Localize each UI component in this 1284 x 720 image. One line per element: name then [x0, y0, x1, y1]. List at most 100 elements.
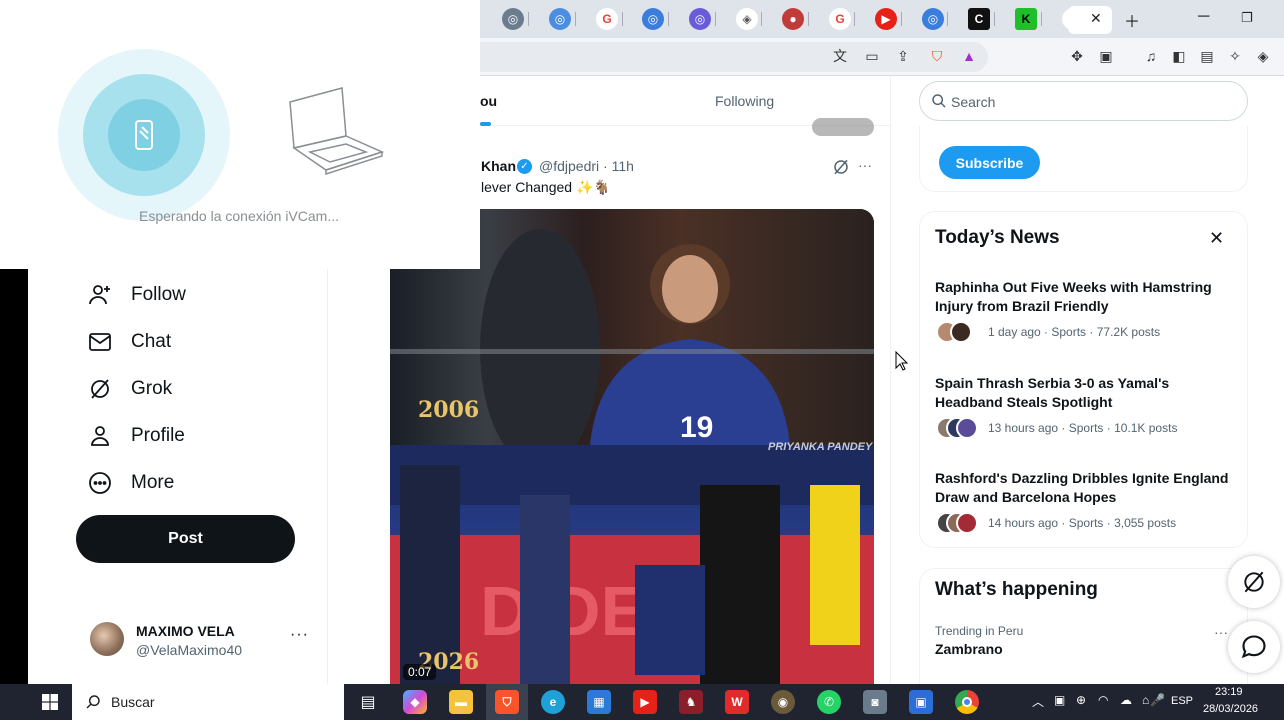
avatar [950, 321, 972, 343]
tab-favicon-icon[interactable]: ◎ [922, 8, 944, 30]
tab-search-icon[interactable]: ▣ [1096, 46, 1116, 66]
profile-icon [91, 426, 109, 446]
tray-app-icon[interactable]: ⊕ [1076, 693, 1086, 707]
file-explorer-icon[interactable]: ▬ [449, 690, 473, 714]
news-item-headline[interactable]: Rashford's Dazzling Dribbles Ignite Engl… [935, 469, 1235, 507]
app-icon[interactable]: ♞ [679, 690, 703, 714]
tweet-video[interactable]: 19 DIDE 2006 2026 PRIYANKA PANDEY 0:07 [390, 209, 874, 684]
tab-favicon-icon[interactable]: ◎ [502, 8, 524, 30]
whatsapp-icon[interactable]: ✆ [817, 690, 841, 714]
laptop-icon [289, 87, 385, 176]
account-switcher[interactable]: MAXIMO VELA @VelaMaximo40 ··· [90, 620, 320, 662]
chat-bubble-icon [1241, 635, 1266, 659]
new-tab-icon[interactable]: ＋ [1124, 8, 1140, 32]
wifi-icon[interactable]: ◠ [1098, 693, 1108, 707]
user-handle: @VelaMaximo40 [136, 642, 243, 658]
brave-rewards-icon[interactable]: ▲ [959, 46, 979, 66]
onedrive-icon[interactable]: ☁ [1120, 693, 1132, 707]
ivcam-status-text: Esperando la conexión iVCam... [139, 208, 339, 224]
tab-divider [668, 12, 669, 26]
trend-context: Trending in Peru [935, 624, 1024, 638]
tray-chevron-icon[interactable]: ︿ [1032, 693, 1044, 710]
tab-following[interactable]: Following [715, 93, 774, 109]
trend-more-icon[interactable]: ··· [1214, 624, 1228, 640]
trend-name[interactable]: Zambrano [935, 641, 1003, 657]
media-icon[interactable]: ♫ [1141, 46, 1161, 66]
user-name: MAXIMO VELA [136, 623, 235, 639]
tab-google-icon[interactable]: G [829, 8, 851, 30]
ivcam-pulse-ring [108, 99, 180, 171]
search-icon [932, 94, 946, 108]
wps-icon[interactable]: W [725, 690, 749, 714]
active-tab[interactable]: ✕ [1068, 6, 1112, 34]
tray-app-icon[interactable]: ▣ [1054, 693, 1065, 707]
post-button[interactable]: Post [76, 515, 295, 563]
camera-icon[interactable]: ◙ [863, 690, 887, 714]
share-icon[interactable]: ⇪ [893, 46, 913, 66]
restore-icon[interactable]: ❐ [1241, 10, 1253, 26]
edge-icon[interactable]: e [541, 690, 565, 714]
tab-shield-icon[interactable]: ◈ [736, 8, 758, 30]
tab-google-icon[interactable]: G [596, 8, 618, 30]
tab-favicon-icon[interactable]: ◎ [642, 8, 664, 30]
clock-date[interactable]: 28/03/2026 [1203, 703, 1258, 715]
avatar [956, 417, 978, 439]
app-icon[interactable]: ◉ [771, 690, 795, 714]
minimize-icon[interactable]: ─ [1198, 8, 1209, 26]
youtube-icon[interactable]: ▶ [633, 690, 657, 714]
video-timestamp: 0:07 [403, 664, 437, 680]
tab-favicon-icon[interactable]: C [968, 8, 990, 30]
tab-close-icon[interactable]: ✕ [1090, 10, 1102, 27]
copilot-icon[interactable]: ◆ [403, 690, 427, 714]
sidebar-item-chat[interactable]: Chat [88, 326, 171, 358]
tab-divider [947, 12, 948, 26]
brave-icon[interactable]: ⛉ [495, 690, 519, 714]
grok-icon [1244, 571, 1264, 593]
keyboard-language[interactable]: ESP [1171, 695, 1193, 707]
tab-for-you[interactable]: ou [480, 93, 497, 109]
store-icon[interactable]: ▦ [587, 690, 611, 714]
extensions-icon[interactable]: ✥ [1067, 46, 1087, 66]
tweet-more-icon[interactable]: ··· [858, 157, 872, 173]
account-more-icon[interactable]: ··· [290, 626, 309, 644]
subscribe-button[interactable]: Subscribe [939, 146, 1040, 179]
tab-favicon-icon[interactable]: K [1015, 8, 1037, 30]
tab-divider [528, 12, 529, 26]
chrome-icon[interactable] [955, 690, 979, 714]
tweet-author-handle[interactable]: @fdjpedri · 11h [539, 158, 634, 174]
news-item-meta: 13 hours ago · Sports · 10.1K posts [988, 421, 1178, 435]
messages-float-button[interactable] [1228, 621, 1280, 673]
tab-favicon-icon[interactable]: ● [782, 8, 804, 30]
tab-favicon-icon[interactable]: ◎ [549, 8, 571, 30]
translate-icon[interactable]: 文 [830, 46, 850, 66]
tab-youtube-icon[interactable]: ▶ [875, 8, 897, 30]
close-icon[interactable]: ✕ [1209, 228, 1224, 249]
news-item-headline[interactable]: Spain Thrash Serbia 3-0 as Yamal's Headb… [935, 374, 1235, 412]
clock-time[interactable]: 23:19 [1215, 686, 1243, 698]
wallet-icon[interactable]: ▤ [1197, 46, 1217, 66]
task-view-icon[interactable]: ▤ [356, 690, 380, 714]
news-item-headline[interactable]: Raphinha Out Five Weeks with Hamstring I… [935, 278, 1235, 316]
network-icon[interactable]: ⌂ [1142, 693, 1149, 707]
tab-divider [994, 12, 995, 26]
app-icon[interactable]: ▣ [909, 690, 933, 714]
microphone-icon[interactable]: 🎤 [1150, 693, 1165, 707]
taskbar-search-placeholder: Buscar [111, 694, 155, 710]
tab-favicon-icon[interactable]: ◎ [689, 8, 711, 30]
leo-icon[interactable]: ✧ [1225, 46, 1245, 66]
sidebar-item-more[interactable]: More [88, 467, 174, 499]
grok-float-button[interactable] [1228, 556, 1280, 608]
sidebar-item-follow[interactable]: Follow [88, 279, 186, 311]
windows-start-icon[interactable] [42, 694, 58, 710]
sidebar-item-grok[interactable]: Grok [88, 373, 172, 405]
sidebar-item-profile[interactable]: Profile [88, 420, 185, 452]
brave-shield-icon[interactable]: ⛉ [927, 46, 947, 66]
tab-divider [1041, 12, 1042, 26]
sidebar-icon[interactable]: ◧ [1169, 46, 1189, 66]
grok-icon[interactable] [832, 158, 850, 176]
tab-divider [808, 12, 809, 26]
vpn-icon[interactable]: ◈ [1253, 46, 1273, 66]
tweet-author-name[interactable]: Khan [481, 158, 516, 174]
cast-icon[interactable]: ▭ [862, 46, 882, 66]
avatar [956, 512, 978, 534]
